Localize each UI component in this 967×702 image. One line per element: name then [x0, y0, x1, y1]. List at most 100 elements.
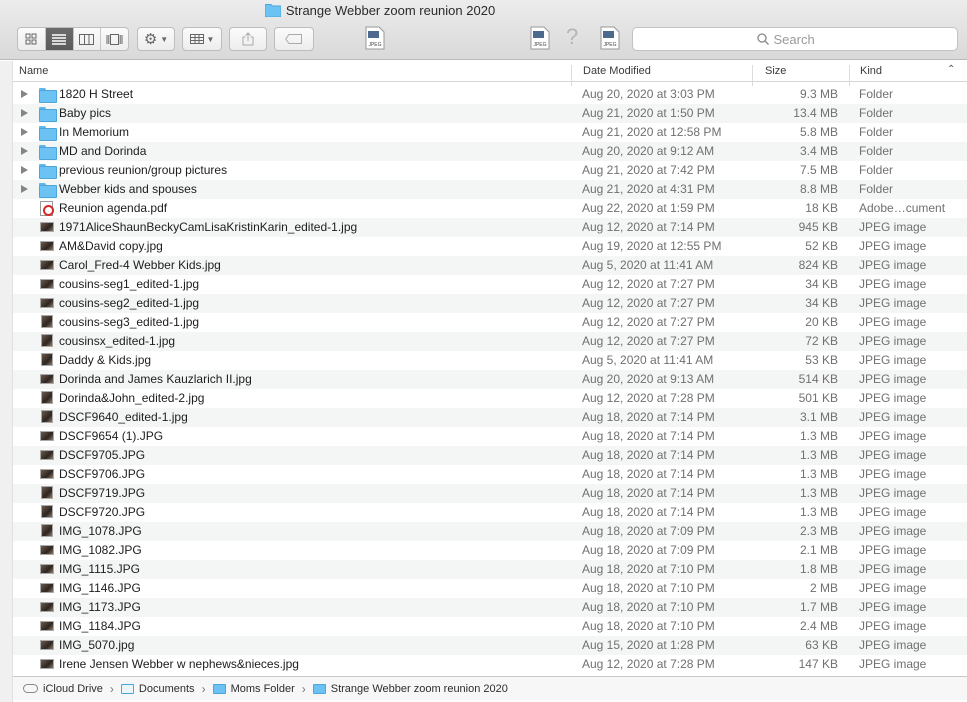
file-row[interactable]: Reunion agenda.pdf Aug 22, 2020 at 1:59 P…: [13, 199, 967, 218]
path-crumb[interactable]: Moms Folder: [212, 683, 295, 695]
folder-row[interactable]: Webber kids and spouses Aug 21, 2020 at 4…: [13, 180, 967, 199]
file-kind: JPEG image: [859, 448, 927, 462]
image-thumbnail-icon-shape: [40, 431, 54, 441]
path-separator-icon: ›: [201, 681, 206, 696]
tag-icon: [285, 34, 302, 44]
column-divider[interactable]: [571, 65, 572, 86]
grid-icon: [25, 33, 37, 45]
size-column-header[interactable]: Size: [765, 65, 786, 77]
search-input[interactable]: [773, 31, 834, 47]
file-kind: JPEG image: [859, 239, 927, 253]
file-size: 1.7 MB: [799, 600, 838, 614]
file-row[interactable]: Dorinda&John_edited-2.jpg Aug 12, 2020 at…: [13, 389, 967, 408]
file-row[interactable]: Carol_Fred-4 Webber Kids.jpg Aug 5, 2020 …: [13, 256, 967, 275]
date-modified: Aug 18, 2020 at 7:09 PM: [582, 524, 715, 538]
file-name: cousinsx_edited-1.jpg: [59, 334, 176, 348]
file-row[interactable]: DSCF9720.JPG Aug 18, 2020 at 7:14 PM 1.3 M…: [13, 503, 967, 522]
file-row[interactable]: DSCF9705.JPG Aug 18, 2020 at 7:14 PM 1.3 M…: [13, 446, 967, 465]
share-button[interactable]: [229, 27, 267, 51]
file-row[interactable]: Daddy & Kids.jpg Aug 5, 2020 at 11:41 AM 5…: [13, 351, 967, 370]
disclosure-triangle-icon[interactable]: [21, 109, 28, 117]
date-modified: Aug 18, 2020 at 7:14 PM: [582, 429, 715, 443]
folder-row[interactable]: MD and Dorinda Aug 20, 2020 at 9:12 AM 3.4…: [13, 142, 967, 161]
path-crumb[interactable]: iCloud Drive: [23, 683, 103, 695]
tags-button[interactable]: [274, 27, 314, 51]
file-row[interactable]: cousins-seg1_edited-1.jpg Aug 12, 2020 at…: [13, 275, 967, 294]
disclosure-triangle-icon[interactable]: [21, 166, 28, 174]
list-view-button[interactable]: [45, 28, 74, 50]
kind-column-header[interactable]: Kind: [860, 65, 882, 77]
file-name: DSCF9720.JPG: [59, 505, 146, 519]
file-name: MD and Dorinda: [59, 144, 147, 158]
name-column-header[interactable]: Name: [19, 65, 48, 77]
file-size: 2.1 MB: [799, 543, 838, 557]
disclosure-triangle-icon[interactable]: [21, 128, 28, 136]
jpeg-file-icon[interactable]: JPEG: [600, 26, 620, 50]
file-row[interactable]: 1971AliceShaunBeckyCamLisaKristinKarin_e…: [13, 218, 967, 237]
file-row[interactable]: IMG_5070.jpg Aug 15, 2020 at 1:28 PM 63 KB…: [13, 636, 967, 655]
date-modified: Aug 18, 2020 at 7:14 PM: [582, 410, 715, 424]
file-name: 1971AliceShaunBeckyCamLisaKristinKarin_e…: [59, 220, 358, 234]
gallery-view-button[interactable]: [101, 28, 128, 50]
date-column-header[interactable]: Date Modified: [583, 65, 651, 77]
file-row[interactable]: cousins-seg3_edited-1.jpg Aug 12, 2020 at…: [13, 313, 967, 332]
date-modified: Aug 22, 2020 at 1:59 PM: [582, 201, 715, 215]
image-thumbnail-icon-shape: [40, 450, 54, 460]
file-row[interactable]: IMG_1078.JPG Aug 18, 2020 at 7:09 PM 2.3 M…: [13, 522, 967, 541]
file-row[interactable]: IMG_1082.JPG Aug 18, 2020 at 7:09 PM 2.1 M…: [13, 541, 967, 560]
disclosure-triangle-icon[interactable]: [21, 90, 28, 98]
group-by-button[interactable]: ▼: [182, 27, 222, 51]
path-bar: iCloud Drive › Documents › Moms Folder › Stran…: [13, 676, 967, 700]
file-row[interactable]: DSCF9640_edited-1.jpg Aug 18, 2020 at 7:1…: [13, 408, 967, 427]
folder-row[interactable]: previous reunion/group pictures Aug 21, 2…: [13, 161, 967, 180]
help-icon[interactable]: ?: [566, 24, 578, 50]
file-row[interactable]: DSCF9706.JPG Aug 18, 2020 at 7:14 PM 1.3 M…: [13, 465, 967, 484]
disclosure-triangle-icon[interactable]: [21, 147, 28, 155]
path-crumb[interactable]: Documents: [120, 683, 195, 695]
file-size: 20 KB: [805, 315, 838, 329]
file-row[interactable]: Irene Jensen Webber w nephews&nieces.jpg…: [13, 655, 967, 674]
path-crumb[interactable]: Strange Webber zoom reunion 2020: [312, 683, 508, 695]
file-size: 1.3 MB: [799, 429, 838, 443]
jpeg-file-icon[interactable]: JPEG: [365, 26, 385, 50]
toolbar: Strange Webber zoom reunion 2020 ⚙ ▼ ▼ J…: [0, 0, 967, 60]
image-thumbnail-icon: [39, 505, 55, 520]
file-name: In Memorium: [59, 125, 130, 139]
file-kind: JPEG image: [859, 581, 927, 595]
file-row[interactable]: cousinsx_edited-1.jpg Aug 12, 2020 at 7:2…: [13, 332, 967, 351]
jpeg-file-icon[interactable]: JPEG: [530, 26, 550, 50]
date-modified: Aug 20, 2020 at 3:03 PM: [582, 87, 715, 101]
icon-view-button[interactable]: [18, 28, 46, 50]
image-thumbnail-icon-shape: [40, 621, 54, 631]
file-row[interactable]: IMG_1115.JPG Aug 18, 2020 at 7:10 PM 1.8 M…: [13, 560, 967, 579]
file-size: 52 KB: [805, 239, 838, 253]
columns-icon: [79, 33, 95, 45]
folder-row[interactable]: 1820 H Street Aug 20, 2020 at 3:03 PM 9.3 …: [13, 85, 967, 104]
folder-row[interactable]: In Memorium Aug 21, 2020 at 12:58 PM 5.8 M…: [13, 123, 967, 142]
file-row[interactable]: IMG_1146.JPG Aug 18, 2020 at 7:10 PM 2 MB J…: [13, 579, 967, 598]
image-thumbnail-icon: [39, 391, 55, 406]
file-kind: JPEG image: [859, 372, 927, 386]
file-row[interactable]: Dorinda and James Kauzlarich II.jpg Aug 2…: [13, 370, 967, 389]
file-kind: Folder: [859, 106, 894, 120]
file-row[interactable]: IMG_1173.JPG Aug 18, 2020 at 7:10 PM 1.7 M…: [13, 598, 967, 617]
date-modified: Aug 18, 2020 at 7:14 PM: [582, 505, 715, 519]
file-row[interactable]: cousins-seg2_edited-1.jpg Aug 12, 2020 at…: [13, 294, 967, 313]
image-thumbnail-icon: [39, 619, 55, 634]
disclosure-triangle-icon[interactable]: [21, 185, 28, 193]
search-field[interactable]: [632, 27, 958, 51]
folder-row[interactable]: Baby pics Aug 21, 2020 at 1:50 PM 13.4 MB F…: [13, 104, 967, 123]
file-row[interactable]: IMG_1184.JPG Aug 18, 2020 at 7:10 PM 2.4 M…: [13, 617, 967, 636]
file-kind: JPEG image: [859, 562, 927, 576]
sort-ascending-icon[interactable]: ⌃: [947, 64, 955, 75]
column-divider[interactable]: [752, 65, 753, 86]
column-divider[interactable]: [849, 65, 850, 86]
view-mode-control[interactable]: [17, 27, 129, 51]
column-view-button[interactable]: [74, 28, 102, 50]
file-row[interactable]: DSCF9654 (1).JPG Aug 18, 2020 at 7:14 PM 1…: [13, 427, 967, 446]
file-row[interactable]: DSCF9719.JPG Aug 18, 2020 at 7:14 PM 1.3 M…: [13, 484, 967, 503]
file-kind: JPEG image: [859, 315, 927, 329]
action-menu-button[interactable]: ⚙ ▼: [137, 27, 175, 51]
file-row[interactable]: AM&David copy.jpg Aug 19, 2020 at 12:55 P…: [13, 237, 967, 256]
file-size: 2.4 MB: [799, 619, 838, 633]
